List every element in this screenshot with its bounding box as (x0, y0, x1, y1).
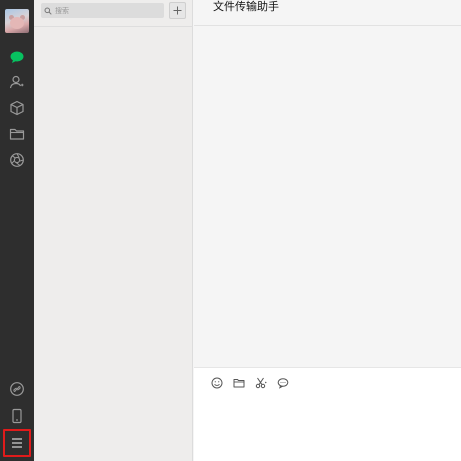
sidebar-rail (0, 0, 34, 461)
folder-icon (9, 128, 25, 140)
chat-history-icon (277, 377, 288, 389)
search-icon (44, 7, 52, 15)
add-chat-button[interactable] (169, 2, 186, 19)
hamburger-menu-icon (12, 438, 22, 448)
folder-icon (233, 378, 244, 387)
divider (34, 26, 193, 27)
search-input[interactable] (55, 4, 155, 17)
emoji-button[interactable] (210, 376, 223, 389)
send-file-button[interactable] (232, 376, 245, 389)
chat-bubble-icon (10, 51, 24, 63)
sidebar-item-files[interactable] (7, 124, 27, 144)
chat-area: 文件传输助手 (194, 0, 461, 461)
emoji-icon (211, 377, 222, 388)
cube-icon (10, 100, 24, 116)
sidebar-item-chat[interactable] (7, 47, 27, 67)
sidebar-item-collections[interactable] (7, 98, 27, 118)
chat-title: 文件传输助手 (213, 0, 279, 13)
sidebar-item-contacts[interactable] (7, 72, 27, 92)
contacts-icon (9, 75, 24, 89)
link-icon (10, 382, 24, 396)
menu-button[interactable] (3, 429, 31, 457)
compose-area[interactable] (194, 367, 461, 461)
compose-toolbar (210, 376, 289, 389)
sidebar-item-moments[interactable] (7, 150, 27, 170)
chat-header: 文件传输助手 (194, 0, 461, 26)
wechat-window: 文件传输助手 (0, 0, 461, 461)
sidebar-item-phone[interactable] (7, 406, 27, 426)
plus-icon (173, 6, 182, 15)
aperture-icon (10, 153, 24, 167)
conversation-list-panel (34, 0, 193, 461)
screenshot-button[interactable] (254, 376, 267, 389)
search-box[interactable] (41, 3, 164, 18)
phone-icon (12, 408, 22, 424)
sidebar-item-mini-programs[interactable] (7, 379, 27, 399)
avatar[interactable] (5, 9, 29, 33)
avatar-face (10, 17, 24, 29)
chat-history-button[interactable] (276, 376, 289, 389)
scissors-icon (255, 377, 266, 388)
